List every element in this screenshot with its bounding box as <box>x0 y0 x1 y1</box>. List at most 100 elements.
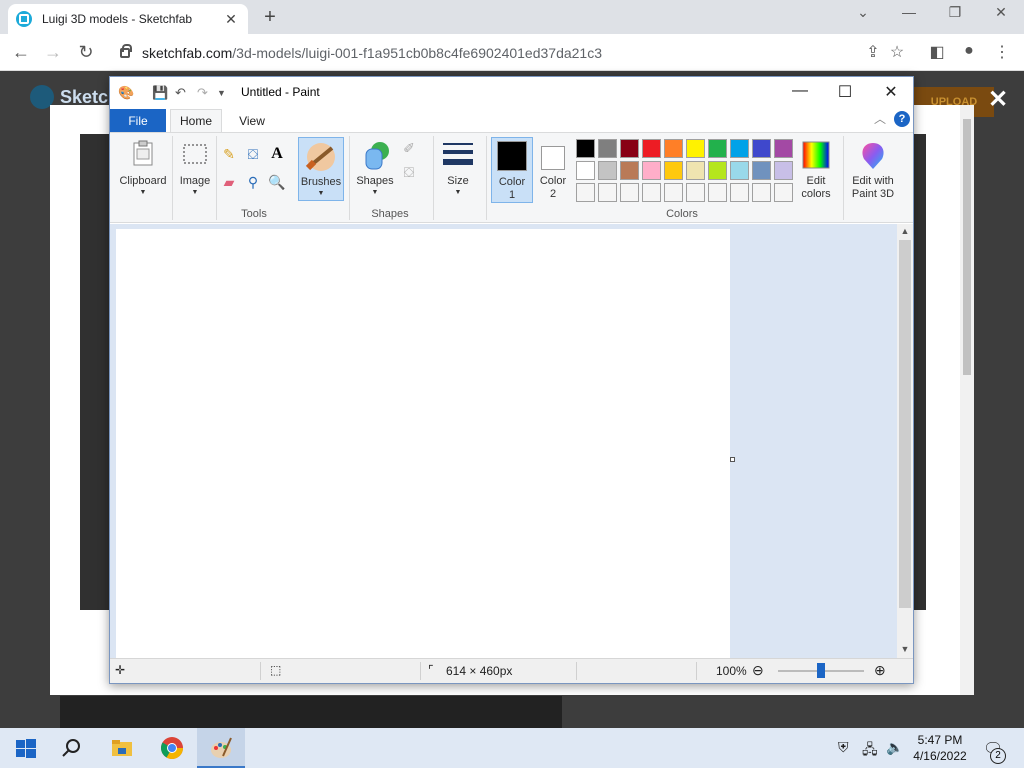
browser-minimize-icon[interactable]: — <box>894 4 924 20</box>
clipboard-button[interactable]: Clipboard ▼ <box>114 137 172 201</box>
fill-icon[interactable]: ⛋ <box>400 163 418 181</box>
profile-avatar-icon[interactable]: ● <box>958 42 980 60</box>
image-dropdown-icon: ▼ <box>191 189 199 196</box>
customize-qat-icon[interactable]: ▼ <box>217 88 226 98</box>
color1-button[interactable]: Color 1 <box>491 137 533 203</box>
palette-swatch[interactable] <box>598 161 617 180</box>
modal-scrollbar[interactable] <box>960 105 974 695</box>
collapse-ribbon-icon[interactable]: ︿ <box>874 110 886 127</box>
palette-swatch[interactable] <box>620 161 639 180</box>
outline-icon[interactable]: ✐ <box>400 139 418 157</box>
zoom-out-icon[interactable]: ⊖ <box>752 662 764 679</box>
close-icon[interactable]: ✕ <box>876 82 906 102</box>
brushes-button[interactable]: Brushes ▼ <box>298 137 344 201</box>
browser-close-icon[interactable]: ✕ <box>986 4 1016 21</box>
palette-swatch[interactable] <box>708 183 727 202</box>
palette-swatch[interactable] <box>642 161 661 180</box>
palette-swatch[interactable] <box>708 161 727 180</box>
scroll-down-icon[interactable]: ▼ <box>897 644 913 654</box>
overlay-close-icon[interactable]: ✕ <box>988 85 1008 114</box>
paint3d-icon <box>862 143 884 169</box>
palette-swatch[interactable] <box>686 161 705 180</box>
palette-swatch[interactable] <box>686 139 705 158</box>
back-icon[interactable]: ← <box>9 41 33 65</box>
browser-restore-icon[interactable]: ❐ <box>940 4 970 21</box>
tab-search-icon[interactable]: ⌄ <box>848 4 878 21</box>
search-icon[interactable] <box>60 736 84 760</box>
palette-swatch[interactable] <box>730 139 749 158</box>
size-label: Size <box>447 175 469 187</box>
palette-swatch[interactable] <box>774 139 793 158</box>
pencil-icon[interactable]: ✎ <box>220 145 238 163</box>
palette-swatch[interactable] <box>620 183 639 202</box>
save-icon[interactable]: 💾 <box>152 85 168 101</box>
zoom-slider-thumb[interactable] <box>817 663 825 678</box>
redo-icon[interactable]: ↷ <box>197 85 208 101</box>
text-icon[interactable]: A <box>268 145 286 163</box>
fill-bucket-icon[interactable]: ⛋ <box>244 145 262 163</box>
network-icon[interactable]: 🖧 <box>862 739 878 763</box>
undo-icon[interactable]: ↶ <box>175 85 186 101</box>
palette-swatch[interactable] <box>752 161 771 180</box>
tab-file[interactable]: File <box>110 109 166 132</box>
drawing-canvas[interactable] <box>116 229 730 659</box>
help-icon[interactable]: ? <box>894 111 910 127</box>
paint-taskbar-icon[interactable] <box>209 736 233 760</box>
side-panel-icon[interactable]: ◧ <box>926 42 948 62</box>
size-button[interactable]: Size ▼ <box>438 137 478 201</box>
chrome-icon[interactable] <box>160 736 184 760</box>
palette-swatch[interactable] <box>664 183 683 202</box>
palette-swatch[interactable] <box>752 139 771 158</box>
palette-swatch[interactable] <box>664 161 683 180</box>
color2-button[interactable]: Color 2 <box>534 137 572 201</box>
file-explorer-icon[interactable] <box>110 736 134 760</box>
bookmark-star-icon[interactable]: ☆ <box>886 42 908 62</box>
address-bar[interactable]: sketchfab.com/3d-models/luigi-001-f1a951… <box>108 38 888 67</box>
scroll-up-icon[interactable]: ▲ <box>897 226 913 236</box>
tab-close-icon[interactable]: ✕ <box>222 11 240 28</box>
palette-swatch[interactable] <box>576 139 595 158</box>
zoom-in-icon[interactable]: ⊕ <box>874 662 886 679</box>
palette-swatch[interactable] <box>598 139 617 158</box>
palette-swatch[interactable] <box>598 183 617 202</box>
system-clock[interactable]: 5:47 PM 4/16/2022 <box>900 732 980 764</box>
forward-icon[interactable]: → <box>41 41 65 65</box>
palette-swatch[interactable] <box>730 183 749 202</box>
security-shield-icon[interactable]: ⛨ <box>838 739 849 756</box>
vertical-scrollbar[interactable]: ▲ ▼ <box>897 224 913 658</box>
paint-app-icon[interactable]: 🎨 <box>118 85 134 101</box>
new-tab-icon[interactable]: + <box>258 6 282 29</box>
edit-with-paint3d-button[interactable]: Edit with Paint 3D <box>846 137 900 201</box>
select-icon <box>183 144 207 164</box>
maximize-icon[interactable]: ☐ <box>830 82 860 102</box>
palette-swatch[interactable] <box>642 183 661 202</box>
tab-home[interactable]: Home <box>170 109 222 132</box>
size-dropdown-icon: ▼ <box>454 189 462 196</box>
tab-view[interactable]: View <box>228 109 276 132</box>
image-button[interactable]: Image ▼ <box>174 137 216 201</box>
palette-swatch[interactable] <box>730 161 749 180</box>
palette-swatch[interactable] <box>752 183 771 202</box>
shapes-button[interactable]: Shapes ▼ <box>352 137 398 201</box>
palette-swatch[interactable] <box>576 183 595 202</box>
palette-swatch[interactable] <box>774 183 793 202</box>
palette-swatch[interactable] <box>686 183 705 202</box>
magnifier-icon[interactable]: 🔍 <box>268 173 286 191</box>
browser-tab[interactable]: Luigi 3D models - Sketchfab ✕ <box>8 4 248 34</box>
reload-icon[interactable]: ↻ <box>74 41 98 65</box>
color-picker-icon[interactable]: ⚲ <box>244 173 262 191</box>
palette-swatch[interactable] <box>642 139 661 158</box>
menu-kebab-icon[interactable]: ⋮ <box>991 42 1013 62</box>
palette-swatch[interactable] <box>620 139 639 158</box>
minimize-icon[interactable]: — <box>785 82 815 102</box>
palette-swatch[interactable] <box>576 161 595 180</box>
start-windows-icon[interactable] <box>14 736 38 760</box>
palette-swatch[interactable] <box>664 139 683 158</box>
scroll-thumb[interactable] <box>899 240 911 608</box>
share-icon[interactable]: ⇪ <box>862 42 884 62</box>
eraser-icon[interactable]: ▰ <box>220 173 238 191</box>
palette-swatch[interactable] <box>708 139 727 158</box>
palette-swatch[interactable] <box>774 161 793 180</box>
canvas-resize-handle[interactable] <box>730 457 735 462</box>
edit-colors-button[interactable]: Edit colors <box>794 137 838 201</box>
